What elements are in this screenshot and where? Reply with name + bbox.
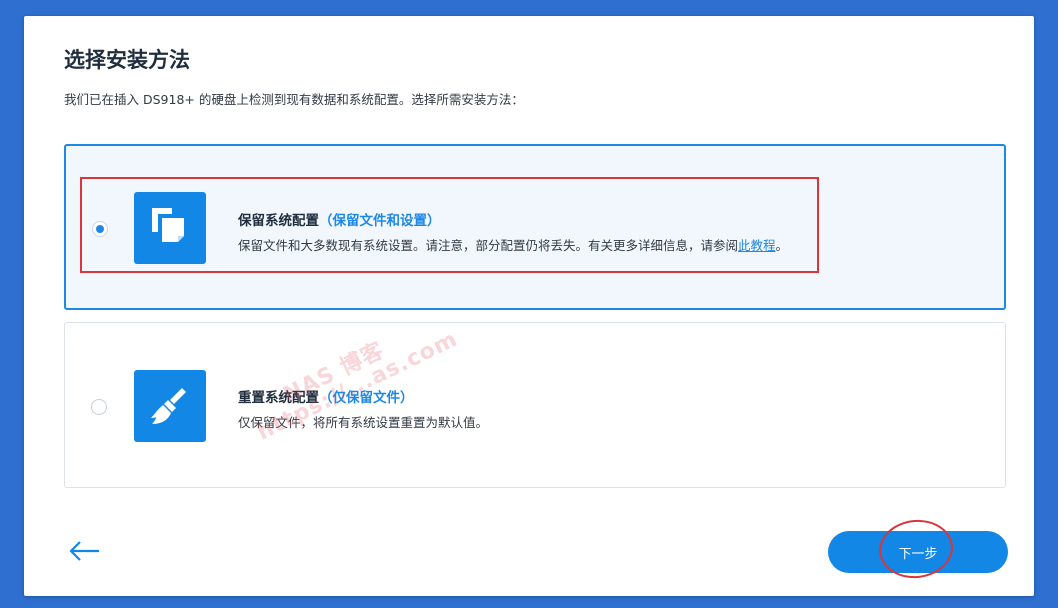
radio-reset-config[interactable] bbox=[91, 399, 107, 415]
option-keep-config-desc: 保留文件和大多数现有系统设置。请注意，部分配置仍将丢失。有关更多详细信息，请参阅… bbox=[238, 238, 789, 253]
option-reset-config-title: 重置系统配置（仅保留文件） bbox=[238, 390, 414, 406]
copy-files-icon bbox=[134, 192, 206, 264]
arrow-left-icon bbox=[69, 541, 99, 561]
back-button[interactable] bbox=[68, 538, 102, 564]
option-reset-config[interactable]: 重置系统配置（仅保留文件） 仅保留文件，将所有系统设置重置为默认值。 bbox=[64, 322, 1006, 488]
tutorial-link[interactable]: 此教程 bbox=[738, 238, 776, 253]
dialog-title: 选择安装方法 bbox=[64, 48, 190, 72]
option-keep-config[interactable]: 保留系统配置（保留文件和设置） 保留文件和大多数现有系统设置。请注意，部分配置仍… bbox=[64, 144, 1006, 310]
radio-keep-config[interactable] bbox=[92, 221, 108, 237]
dialog-subtitle: 我们已在插入 DS918+ 的硬盘上检测到现有数据和系统配置。选择所需安装方法： bbox=[64, 92, 524, 107]
next-button[interactable]: 下一步 bbox=[828, 531, 1008, 573]
install-method-dialog: 选择安装方法 我们已在插入 DS918+ 的硬盘上检测到现有数据和系统配置。选择… bbox=[24, 16, 1034, 596]
option-reset-config-desc: 仅保留文件，将所有系统设置重置为默认值。 bbox=[238, 415, 489, 430]
option-keep-config-subtitle: （保留文件和设置） bbox=[319, 213, 441, 229]
option-reset-config-subtitle: （仅保留文件） bbox=[319, 390, 414, 406]
option-keep-config-title: 保留系统配置（保留文件和设置） bbox=[238, 213, 441, 229]
broom-icon bbox=[134, 370, 206, 442]
